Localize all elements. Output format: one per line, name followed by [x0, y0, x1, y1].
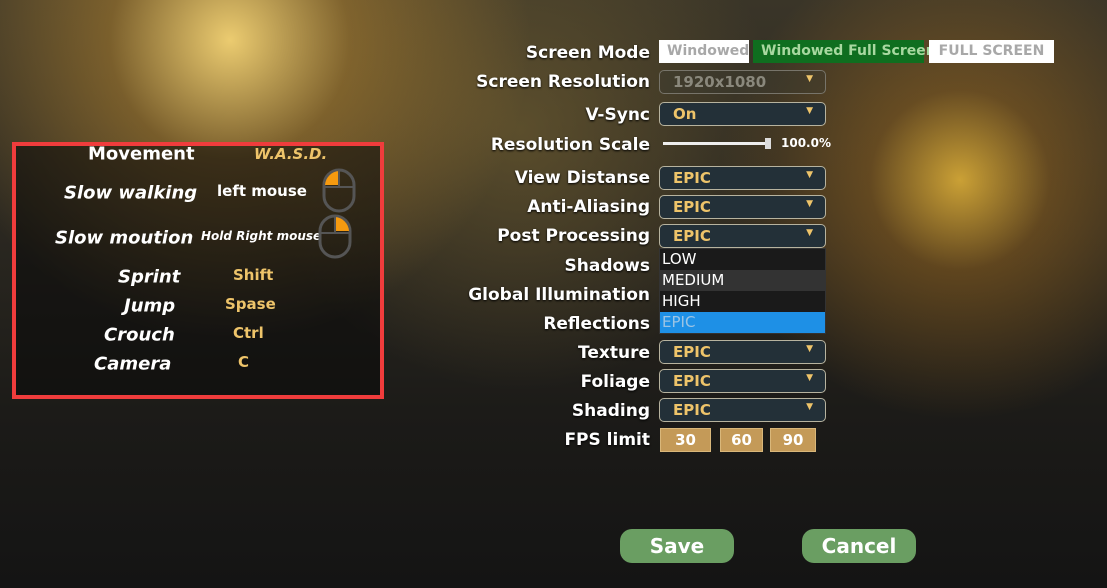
control-value-sprint: Shift [233, 266, 274, 284]
chevron-down-icon: ▼ [806, 402, 813, 412]
control-label-slow-motion: Slow moution [55, 227, 194, 249]
label-foliage: Foliage [580, 372, 650, 392]
label-shading: Shading [571, 401, 650, 421]
resolution-scale-slider[interactable] [663, 142, 769, 145]
foliage-value: EPIC [673, 372, 711, 390]
screen-mode-full-screen[interactable]: FULL SCREEN [929, 40, 1054, 63]
label-vsync: V-Sync [585, 105, 650, 125]
label-screen-resolution: Screen Resolution [476, 72, 650, 92]
cancel-button[interactable]: Cancel [802, 529, 916, 563]
label-post-processing: Post Processing [497, 226, 650, 246]
fps-30-button[interactable]: 30 [660, 428, 711, 452]
chevron-down-icon: ▼ [806, 74, 813, 84]
save-button[interactable]: Save [620, 529, 734, 563]
shading-dropdown[interactable]: EPIC ▼ [659, 398, 826, 422]
label-anti-aliasing: Anti-Aliasing [527, 197, 650, 217]
label-global-illumination: Global Illumination [468, 285, 650, 305]
option-medium[interactable]: MEDIUM [660, 270, 825, 291]
option-epic[interactable]: EPIC [660, 312, 825, 333]
chevron-down-icon: ▼ [806, 373, 813, 383]
control-value-slow-walking: left mouse [217, 182, 307, 200]
control-label-camera: Camera [94, 353, 172, 375]
option-high[interactable]: HIGH [660, 291, 825, 312]
chevron-down-icon: ▼ [806, 106, 813, 116]
control-value-crouch: Ctrl [233, 324, 264, 342]
post-processing-value: EPIC [673, 227, 711, 245]
control-label-movement: Movement [88, 143, 195, 165]
texture-dropdown[interactable]: EPIC ▼ [659, 340, 826, 364]
label-texture: Texture [578, 343, 650, 363]
option-low[interactable]: LOW [660, 249, 825, 270]
control-value-movement: W.A.S.D. [254, 145, 328, 163]
view-distance-value: EPIC [673, 169, 711, 187]
control-value-jump: Spase [225, 295, 276, 313]
texture-value: EPIC [673, 343, 711, 361]
control-label-sprint: Sprint [118, 266, 181, 288]
fps-90-button[interactable]: 90 [770, 428, 816, 452]
screen-mode-windowed[interactable]: Windowed [659, 40, 749, 63]
post-processing-options-list: LOW MEDIUM HIGH EPIC [659, 248, 826, 334]
mouse-right-icon [318, 214, 352, 259]
vsync-dropdown[interactable]: On ▼ [659, 102, 826, 126]
post-processing-dropdown[interactable]: EPIC ▼ [659, 224, 826, 248]
control-label-slow-walking: Slow walking [64, 182, 198, 204]
screen-mode-windowed-full-screen[interactable]: Windowed Full Screen [753, 40, 936, 63]
label-fps-limit: FPS limit [564, 430, 650, 450]
anti-aliasing-value: EPIC [673, 198, 711, 216]
view-distance-dropdown[interactable]: EPIC ▼ [659, 166, 826, 190]
label-resolution-scale: Resolution Scale [490, 135, 650, 155]
fps-60-button[interactable]: 60 [720, 428, 763, 452]
mouse-left-icon [322, 168, 356, 213]
resolution-scale-handle[interactable] [765, 138, 771, 149]
screen-resolution-dropdown[interactable]: 1920x1080 ▼ [659, 70, 826, 94]
chevron-down-icon: ▼ [806, 344, 813, 354]
anti-aliasing-dropdown[interactable]: EPIC ▼ [659, 195, 826, 219]
shading-value: EPIC [673, 401, 711, 419]
control-label-jump: Jump [124, 295, 176, 317]
chevron-down-icon: ▼ [806, 170, 813, 180]
resolution-scale-value: 100.0% [781, 136, 831, 150]
label-reflections: Reflections [543, 314, 650, 334]
control-value-slow-motion: Hold Right mouse [201, 229, 322, 243]
label-view-distance: View Distanse [514, 168, 650, 188]
control-label-crouch: Crouch [104, 324, 175, 346]
label-screen-mode: Screen Mode [525, 43, 650, 63]
vsync-value: On [673, 105, 697, 123]
screen-resolution-value: 1920x1080 [673, 73, 767, 91]
foliage-dropdown[interactable]: EPIC ▼ [659, 369, 826, 393]
label-shadows: Shadows [564, 256, 651, 276]
chevron-down-icon: ▼ [806, 199, 813, 209]
chevron-down-icon: ▼ [806, 228, 813, 238]
control-value-camera: C [238, 353, 250, 371]
